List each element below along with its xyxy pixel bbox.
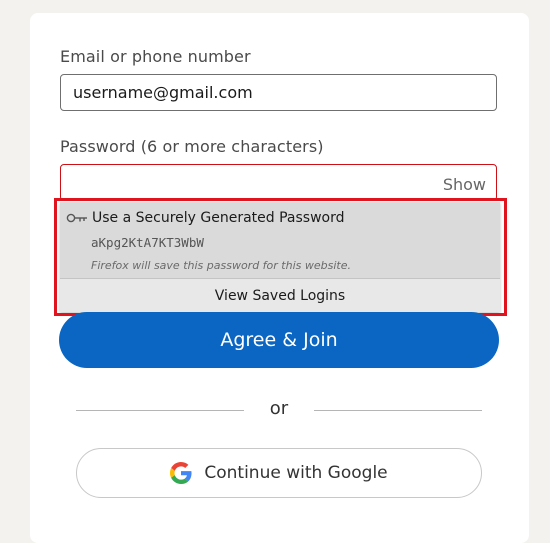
email-value: username@gmail.com	[73, 83, 253, 102]
password-input[interactable]: Show	[60, 164, 497, 201]
key-icon	[66, 213, 87, 223]
password-label: Password (6 or more characters)	[60, 137, 324, 156]
email-label: Email or phone number	[60, 47, 251, 66]
google-button-label: Continue with Google	[204, 463, 388, 483]
generated-password-suggestion[interactable]: Use a Securely Generated Password aKpg2K…	[60, 202, 500, 278]
suggestion-note: Firefox will save this password for this…	[91, 259, 351, 272]
show-password-toggle[interactable]: Show	[443, 175, 486, 194]
email-input[interactable]: username@gmail.com	[60, 74, 497, 111]
view-saved-logins-button[interactable]: View Saved Logins	[60, 279, 500, 312]
suggestion-title: Use a Securely Generated Password	[92, 210, 345, 226]
password-autofill-popup: Use a Securely Generated Password aKpg2K…	[60, 202, 500, 312]
or-divider: or	[76, 398, 482, 422]
or-text: or	[269, 398, 289, 419]
agree-join-button[interactable]: Agree & Join	[59, 312, 499, 368]
or-line-right	[314, 410, 482, 411]
generated-password: aKpg2KtA7KT3WbW	[91, 235, 204, 250]
continue-with-google-button[interactable]: Continue with Google	[76, 448, 482, 498]
google-icon	[170, 462, 192, 484]
